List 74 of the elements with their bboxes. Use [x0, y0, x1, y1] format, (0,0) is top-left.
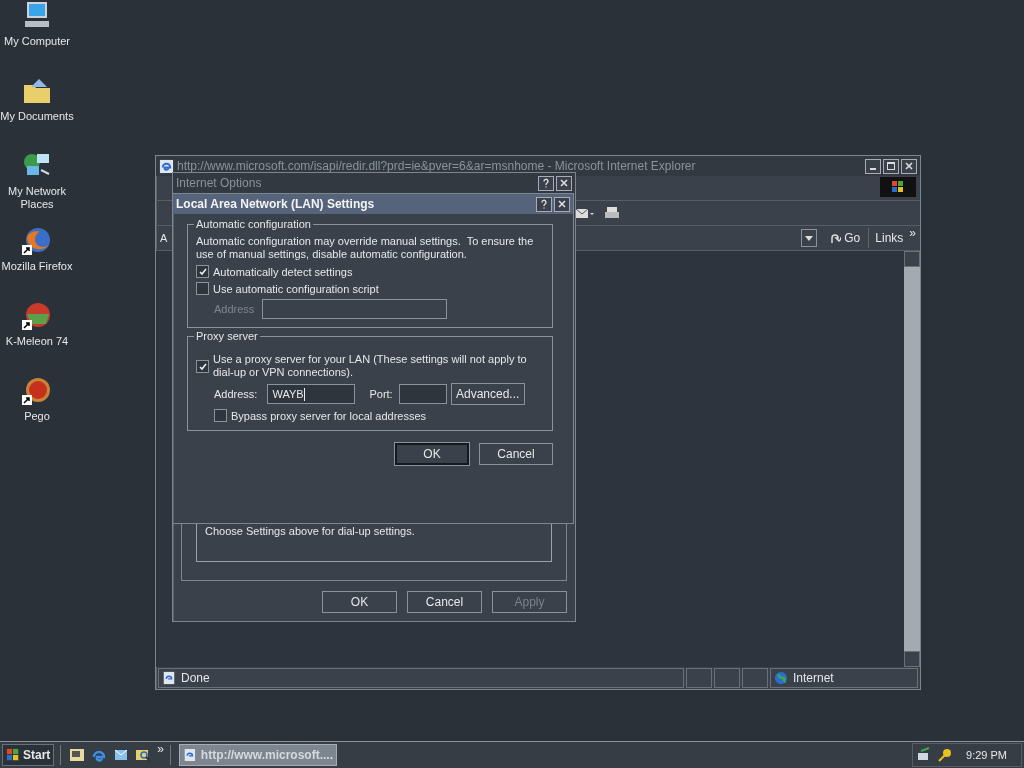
field-label: Port: — [369, 388, 393, 400]
key-icon[interactable] — [937, 747, 953, 763]
dialog-title: Local Area Network (LAN) Settings — [176, 197, 376, 211]
icon-label[interactable]: Mozilla Firefox — [0, 260, 74, 273]
help-icon — [539, 199, 549, 209]
checkbox-label: Use a proxy server for your LAN (These settings will not apply to dial-up or VPN connections). — [213, 353, 528, 379]
minimize-icon — [870, 168, 876, 170]
help-icon — [541, 178, 551, 188]
advanced-button[interactable]: Advanced... — [450, 383, 525, 405]
icon-label[interactable]: Pego — [0, 410, 74, 423]
start-button[interactable]: Start — [2, 744, 55, 766]
checkbox-label: Automatically detect settings — [213, 265, 353, 278]
icon-label[interactable]: My Documents — [0, 110, 74, 123]
maximize-button[interactable] — [883, 158, 899, 174]
checkbox[interactable] — [196, 265, 209, 278]
minimize-button[interactable] — [865, 158, 881, 174]
print-icon[interactable] — [602, 205, 622, 221]
window-title: http://www.microsoft.com/isapi/redir.dll?prd=ie&pver=6&ar=msnhome - Microsoft Internet Explorer — [177, 159, 697, 173]
browser-logo-icon — [159, 158, 174, 174]
desktop-icon[interactable] — [69, 747, 86, 763]
checkbox[interactable] — [196, 360, 209, 373]
dialog-button[interactable]: OK — [322, 591, 397, 613]
dialog-title: Internet Options — [176, 176, 263, 190]
address-label: A — [160, 232, 169, 244]
page-icon — [183, 748, 197, 762]
page-icon — [162, 671, 176, 685]
mail-icon[interactable] — [113, 747, 130, 763]
close-button[interactable] — [556, 175, 572, 191]
globe-icon — [774, 671, 788, 685]
close-button[interactable] — [901, 158, 917, 174]
close-icon — [559, 178, 569, 188]
ball-icon[interactable] — [21, 375, 53, 407]
go-button[interactable]: Go — [821, 228, 870, 248]
windows-logo-icon — [880, 177, 916, 197]
group-legend: Automatic configuration — [194, 218, 313, 230]
scrollbar[interactable] — [904, 251, 920, 667]
field-label: Address — [214, 303, 255, 315]
checkbox-label: Use automatic configuration script — [213, 282, 379, 295]
help-button[interactable] — [538, 175, 554, 191]
dialog-button[interactable]: OK — [395, 443, 469, 465]
status-text: Done — [181, 671, 210, 685]
input-field[interactable]: WAYB — [267, 384, 356, 404]
close-icon — [904, 161, 914, 171]
input-field[interactable] — [262, 299, 448, 319]
status-pane — [714, 668, 740, 688]
input-field[interactable] — [398, 384, 447, 404]
clock: 9:29 PM — [966, 749, 1007, 761]
dropdown-button[interactable] — [801, 229, 818, 247]
status-pane — [742, 668, 768, 688]
help-button[interactable] — [536, 196, 552, 212]
checkbox[interactable] — [196, 282, 209, 295]
close-icon — [557, 199, 567, 209]
checkbox[interactable] — [214, 409, 227, 422]
icon-label[interactable]: My Network Places — [0, 185, 74, 211]
note-text: Choose Settings above for dial-up settings. — [205, 525, 415, 537]
description-text: Automatic configuration may override manual settings. To ensure the use of manual settings, disable automatic configuration. — [196, 235, 535, 261]
dialog-button[interactable]: Cancel — [479, 443, 553, 465]
close-button[interactable] — [554, 196, 570, 212]
caret-icon — [805, 235, 814, 241]
field-label: Address: — [214, 388, 258, 400]
checkbox-label: Bypass proxy server for local addresses — [231, 409, 427, 422]
group-legend: Proxy server — [194, 330, 260, 342]
chevron-button[interactable]: » — [157, 742, 165, 756]
links-button[interactable]: Links — [873, 231, 906, 245]
maximize-icon — [886, 161, 896, 171]
zone-text: Internet — [793, 671, 834, 685]
icon-label[interactable]: K-Meleon 74 — [0, 335, 74, 348]
windows-logo-icon — [6, 748, 20, 762]
search-icon[interactable] — [135, 747, 152, 763]
fox-globe-icon[interactable] — [21, 225, 53, 257]
dialog-button[interactable]: Cancel — [407, 591, 482, 613]
icon-label[interactable]: My Computer — [0, 35, 74, 48]
status-pane — [686, 668, 712, 688]
chevron-button[interactable]: » — [909, 226, 916, 240]
